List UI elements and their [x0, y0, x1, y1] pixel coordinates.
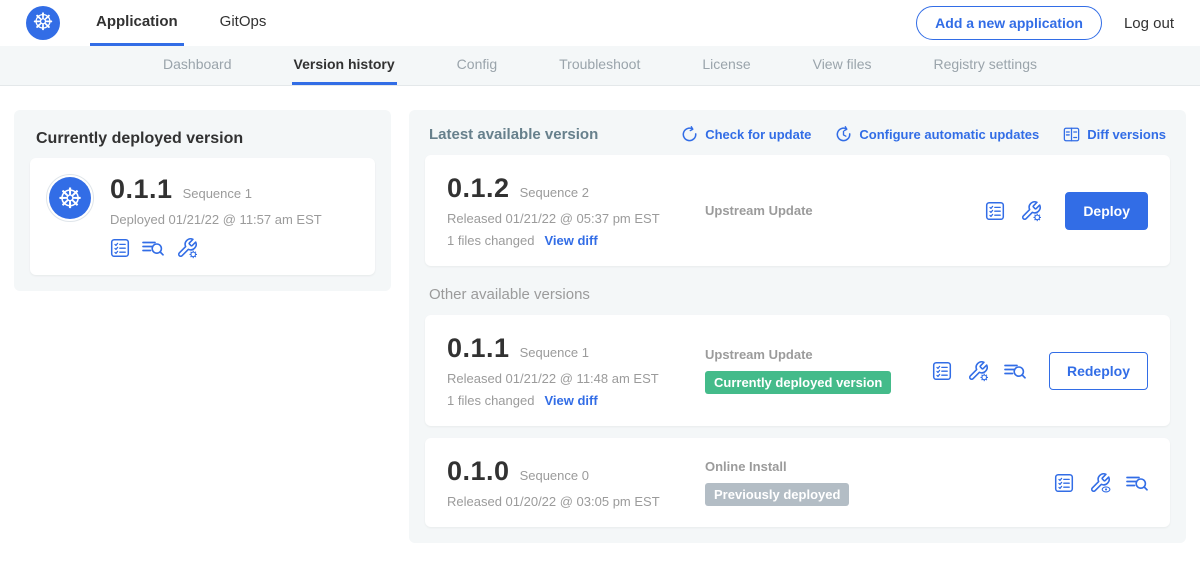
currently-deployed-card: Currently deployed version ☸ 0.1.1 Seque… — [14, 110, 391, 291]
version-history-panel: Latest available version Check for updat… — [409, 110, 1186, 543]
version-row-0-1-0: 0.1.0 Sequence 0 Released 01/20/22 @ 03:… — [425, 438, 1170, 527]
released-timestamp: Released 01/20/22 @ 03:05 pm EST — [447, 494, 705, 509]
version-source-label: Upstream Update — [705, 203, 813, 218]
subnav-tab-version-history[interactable]: Version history — [292, 46, 397, 85]
subnav-tab-view-files[interactable]: View files — [811, 46, 874, 85]
files-changed-label: 1 files changed — [447, 393, 534, 408]
sequence-label: Sequence 1 — [520, 345, 589, 360]
auto-update-icon — [835, 126, 852, 143]
sequence-label: Sequence 0 — [520, 468, 589, 483]
edit-config-icon[interactable] — [176, 237, 198, 259]
previously-deployed-badge: Previously deployed — [705, 483, 849, 506]
released-timestamp: Released 01/21/22 @ 11:48 am EST — [447, 371, 705, 386]
kubernetes-logo-icon: ☸ — [26, 6, 60, 40]
refresh-icon — [681, 126, 698, 143]
version-row-0-1-2: 0.1.2 Sequence 2 Released 01/21/22 @ 05:… — [425, 155, 1170, 266]
top-bar: ☸ Application GitOps Add a new applicati… — [0, 0, 1200, 46]
preflight-checks-icon[interactable] — [1054, 473, 1074, 493]
deployed-sequence-label: Sequence 1 — [183, 186, 252, 201]
view-config-icon[interactable] — [1089, 472, 1111, 494]
app-tabs: Application GitOps — [90, 0, 272, 46]
version-row-0-1-1: 0.1.1 Sequence 1 Released 01/21/22 @ 11:… — [425, 315, 1170, 426]
subnav-tab-dashboard[interactable]: Dashboard — [161, 46, 234, 85]
view-diff-link[interactable]: View diff — [544, 393, 597, 408]
diff-versions-button[interactable]: Diff versions — [1063, 126, 1166, 143]
preflight-checks-icon[interactable] — [985, 201, 1005, 221]
app-subnav: Dashboard Version history Config Trouble… — [0, 46, 1200, 86]
edit-config-icon[interactable] — [967, 360, 989, 382]
version-number: 0.1.1 — [447, 333, 510, 364]
subnav-tab-license[interactable]: License — [700, 46, 752, 85]
diff-versions-icon — [1063, 126, 1080, 143]
deployed-version-number: 0.1.1 — [110, 174, 173, 205]
deploy-logs-icon[interactable] — [1004, 360, 1026, 382]
app-logo-icon: ☸ — [46, 174, 94, 222]
logout-link[interactable]: Log out — [1124, 15, 1174, 32]
redeploy-button[interactable]: Redeploy — [1049, 352, 1148, 390]
deployed-timestamp: Deployed 01/21/22 @ 11:57 am EST — [110, 212, 322, 227]
sequence-label: Sequence 2 — [520, 185, 589, 200]
add-application-button[interactable]: Add a new application — [916, 6, 1102, 40]
preflight-checks-icon[interactable] — [110, 238, 130, 258]
deploy-button[interactable]: Deploy — [1065, 192, 1148, 230]
subnav-tab-config[interactable]: Config — [455, 46, 499, 85]
configure-automatic-updates-button[interactable]: Configure automatic updates — [835, 126, 1039, 143]
files-changed-label: 1 files changed — [447, 233, 534, 248]
subnav-tab-registry-settings[interactable]: Registry settings — [932, 46, 1039, 85]
released-timestamp: Released 01/21/22 @ 05:37 pm EST — [447, 211, 705, 226]
edit-config-icon[interactable] — [1020, 200, 1042, 222]
other-versions-title: Other available versions — [425, 266, 1170, 315]
tab-application[interactable]: Application — [90, 0, 184, 46]
check-for-update-button[interactable]: Check for update — [681, 126, 811, 143]
currently-deployed-badge: Currently deployed version — [705, 371, 891, 394]
version-source-label: Online Install — [705, 459, 787, 474]
latest-available-title: Latest available version — [429, 126, 598, 143]
tab-gitops[interactable]: GitOps — [214, 0, 273, 46]
preflight-checks-icon[interactable] — [932, 361, 952, 381]
deploy-logs-icon[interactable] — [142, 237, 164, 259]
version-number: 0.1.0 — [447, 456, 510, 487]
currently-deployed-title: Currently deployed version — [30, 126, 375, 158]
subnav-tab-troubleshoot[interactable]: Troubleshoot — [557, 46, 642, 85]
version-source-label: Upstream Update — [705, 347, 813, 362]
deployed-version-card: ☸ 0.1.1 Sequence 1 Deployed 01/21/22 @ 1… — [30, 158, 375, 275]
view-diff-link[interactable]: View diff — [544, 233, 597, 248]
deploy-logs-icon[interactable] — [1126, 472, 1148, 494]
version-number: 0.1.2 — [447, 173, 510, 204]
